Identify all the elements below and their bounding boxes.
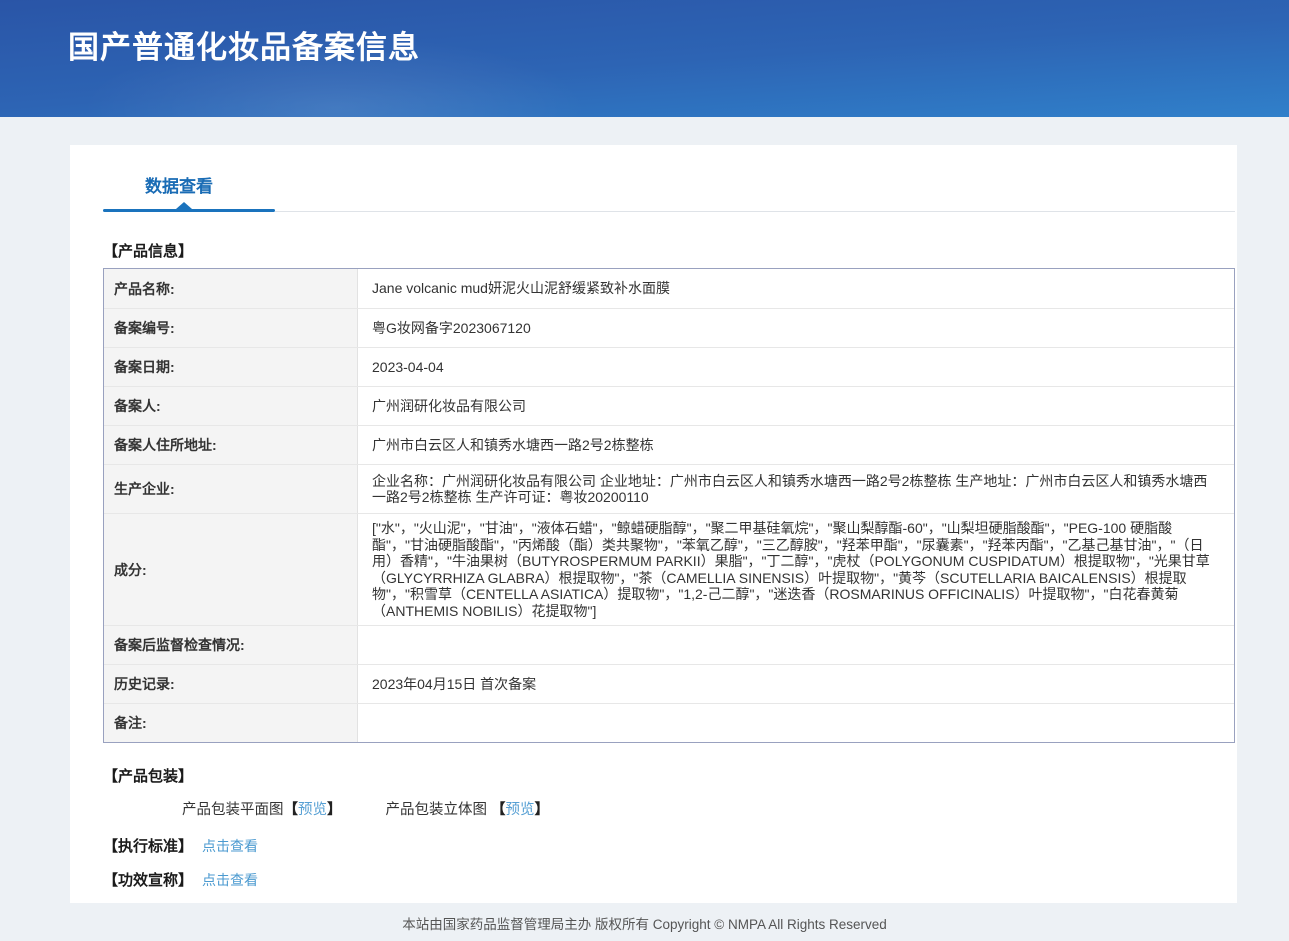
row-label: 备案后监督检查情况:: [104, 626, 358, 664]
row-label: 备案人:: [104, 387, 358, 425]
row-registrant-address: 备案人住所地址: 广州市白云区人和镇秀水塘西一路2号2栋整栋: [104, 425, 1234, 464]
bracket-close: 】: [327, 802, 342, 818]
product-info-table: 产品名称: Jane volcanic mud妍泥火山泥舒缓紧致补水面膜 备案编…: [103, 268, 1235, 743]
row-label: 备案人住所地址:: [104, 426, 358, 464]
page-body: 数据查看 【产品信息】 产品名称: Jane volcanic mud妍泥火山泥…: [0, 117, 1289, 903]
bracket-open: 【: [284, 802, 299, 818]
preview-link-flat[interactable]: 预览: [298, 802, 327, 818]
bracket-close: 】: [535, 802, 550, 818]
packaging-flat-label: 产品包装平面图: [182, 802, 284, 818]
section-heading-standard: 【执行标准】: [103, 838, 193, 855]
tabbar: 数据查看: [103, 177, 1235, 212]
row-value: 2023-04-04: [358, 348, 1234, 386]
row-value: 企业名称：广州润研化妆品有限公司 企业地址：广州市白云区人和镇秀水塘西一路2号2…: [358, 465, 1234, 513]
packaging-3d-item: 产品包装立体图 【预览】: [386, 798, 550, 819]
row-label: 生产企业:: [104, 465, 358, 513]
row-manufacturer: 生产企业: 企业名称：广州润研化妆品有限公司 企业地址：广州市白云区人和镇秀水塘…: [104, 464, 1234, 513]
page-title: 国产普通化妆品备案信息: [0, 0, 1289, 67]
row-registrant: 备案人: 广州润研化妆品有限公司: [104, 386, 1234, 425]
row-value: 广州润研化妆品有限公司: [358, 387, 1234, 425]
packaging-flat-item: 产品包装平面图【预览】: [182, 798, 342, 819]
row-value: [358, 704, 1234, 742]
row-label: 备案编号:: [104, 309, 358, 347]
packaging-links-row: 产品包装平面图【预览】 产品包装立体图 【预览】: [103, 798, 1235, 819]
row-value: 2023年04月15日 首次备案: [358, 665, 1234, 703]
packaging-3d-label: 产品包装立体图: [386, 802, 492, 818]
row-ingredients: 成分: ["水"，"火山泥"，"甘油"，"液体石蜡"，"鲸蜡硬脂醇"，"聚二甲基…: [104, 513, 1234, 625]
tab-active-indicator: [103, 209, 1235, 212]
preview-link-3d[interactable]: 预览: [506, 802, 535, 818]
tab-underline: [103, 209, 275, 212]
row-label: 历史记录:: [104, 665, 358, 703]
footer: 本站由国家药品监督管理局主办 版权所有 Copyright © NMPA All…: [0, 903, 1289, 933]
standard-view-link[interactable]: 点击查看: [202, 838, 258, 854]
row-value: ["水"，"火山泥"，"甘油"，"液体石蜡"，"鲸蜡硬脂醇"，"聚二甲基硅氧烷"…: [358, 514, 1234, 625]
row-label: 成分:: [104, 514, 358, 625]
row-history: 历史记录: 2023年04月15日 首次备案: [104, 664, 1234, 703]
content-card: 数据查看 【产品信息】 产品名称: Jane volcanic mud妍泥火山泥…: [70, 145, 1237, 903]
row-label: 产品名称:: [104, 269, 358, 308]
efficacy-view-link[interactable]: 点击查看: [202, 872, 258, 888]
tab-caret-icon: [176, 202, 192, 209]
section-heading-packaging: 【产品包装】: [103, 765, 1235, 786]
bracket-open: 【: [491, 802, 506, 818]
row-record-date: 备案日期: 2023-04-04: [104, 347, 1234, 386]
row-value: [358, 626, 1234, 664]
row-value: 广州市白云区人和镇秀水塘西一路2号2栋整栋: [358, 426, 1234, 464]
tab-divider-line: [275, 211, 1235, 212]
efficacy-row: 【功效宣称】点击查看: [103, 869, 1235, 890]
row-remarks: 备注:: [104, 703, 1234, 742]
row-label: 备案日期:: [104, 348, 358, 386]
footer-copyright: 本站由国家药品监督管理局主办 版权所有 Copyright © NMPA All…: [402, 917, 887, 932]
section-heading-efficacy: 【功效宣称】: [103, 872, 193, 889]
tab-data-view[interactable]: 数据查看: [145, 177, 213, 197]
row-value: Jane volcanic mud妍泥火山泥舒缓紧致补水面膜: [358, 269, 1234, 308]
row-label: 备注:: [104, 704, 358, 742]
page-header-banner: 国产普通化妆品备案信息: [0, 0, 1289, 117]
section-heading-product-info: 【产品信息】: [103, 240, 1235, 261]
row-record-number: 备案编号: 粤G妆网备字2023067120: [104, 308, 1234, 347]
row-product-name: 产品名称: Jane volcanic mud妍泥火山泥舒缓紧致补水面膜: [104, 269, 1234, 308]
standard-row: 【执行标准】点击查看: [103, 835, 1235, 856]
row-supervision-check: 备案后监督检查情况:: [104, 625, 1234, 664]
row-value: 粤G妆网备字2023067120: [358, 309, 1234, 347]
